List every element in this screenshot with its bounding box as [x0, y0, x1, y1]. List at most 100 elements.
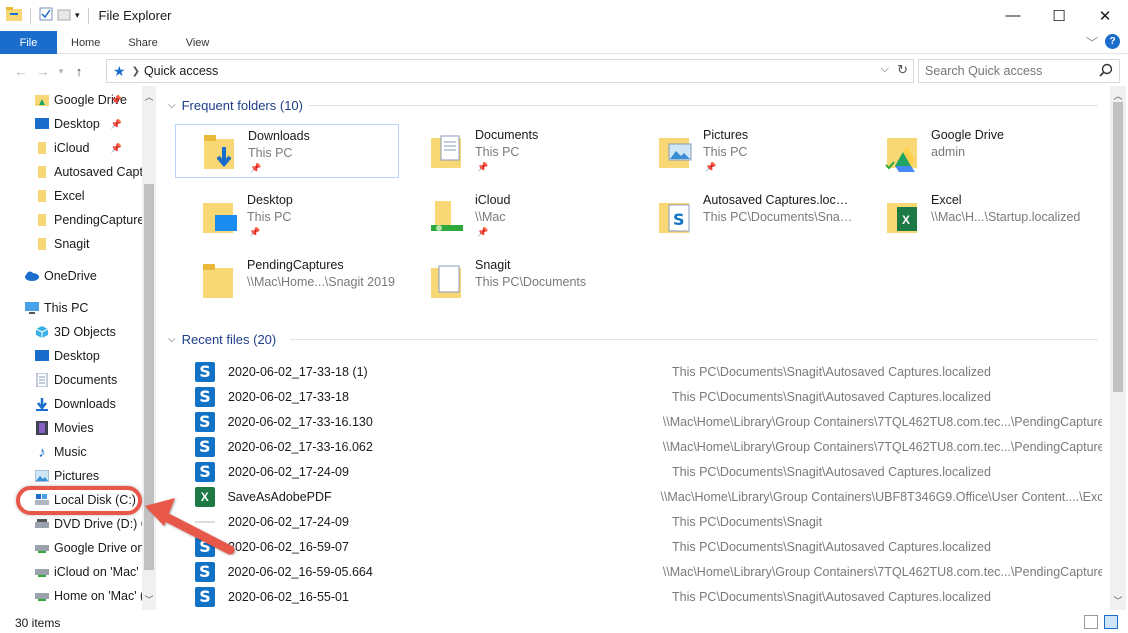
scroll-down-arrow-icon[interactable]: ﹀ — [1110, 594, 1126, 607]
recent-file-row[interactable]: S 2020-06-02_16-59-05.664 \\Mac\Home\Lib… — [194, 559, 1102, 584]
nav-item-autosaved-captures[interactable]: Autosaved Captu — [34, 160, 150, 184]
nav-item-dvd-drive-d[interactable]: DVD Drive (D:) C — [34, 512, 150, 536]
folder-tile-pendingcaptures[interactable]: PendingCaptures \\Mac\Home...\Snagit 201… — [175, 254, 399, 308]
folder-tile-desktop[interactable]: Desktop This PC 📌 — [175, 189, 399, 243]
help-icon[interactable]: ? — [1105, 34, 1120, 49]
frequent-folders-header[interactable]: ⌵ Frequent folders (10) — [168, 95, 1098, 115]
network-folder-icon — [431, 201, 463, 231]
recent-locations-chevron-icon[interactable]: ▾ — [54, 66, 68, 77]
customize-qat-chevron-icon[interactable]: ▾ — [75, 10, 80, 21]
snagit-file-icon: S — [195, 536, 215, 557]
nav-item-this-pc[interactable]: This PC — [24, 296, 88, 320]
maximize-button[interactable]: ☐ — [1036, 0, 1082, 31]
nav-item-label: Movies — [54, 421, 94, 435]
desktop-folder-icon — [34, 348, 50, 364]
nav-item-excel[interactable]: Excel — [34, 184, 85, 208]
nav-item-google-drive-network[interactable]: Google Drive on — [34, 536, 144, 560]
recent-file-row[interactable]: S 2020-06-02_17-33-16.062 \\Mac\Home\Lib… — [194, 434, 1102, 459]
recent-file-row[interactable]: S 2020-06-02_16-55-01 This PC\Documents\… — [194, 584, 1102, 609]
blank-file-icon — [195, 520, 215, 523]
nav-item-onedrive[interactable]: OneDrive — [24, 264, 97, 288]
folder-tile-documents[interactable]: Documents This PC 📌 — [403, 124, 627, 178]
nav-item-google-drive[interactable]: Google Drive 📌 — [34, 88, 142, 112]
nav-item-label: Home on 'Mac' ( — [54, 589, 145, 603]
file-name: SaveAsAdobePDF — [227, 489, 332, 504]
nav-item-home-on-mac[interactable]: Home on 'Mac' ( — [34, 584, 144, 608]
minimize-button[interactable]: — — [990, 0, 1036, 31]
nav-item-music[interactable]: ♪ Music — [34, 440, 86, 464]
tab-share[interactable]: Share — [114, 31, 171, 54]
close-button[interactable]: ✕ — [1082, 0, 1128, 31]
new-folder-icon[interactable] — [57, 7, 71, 24]
nav-item-pictures[interactable]: Pictures — [34, 464, 99, 488]
recent-file-row[interactable]: S 2020-06-02_17-33-18 This PC\Documents\… — [194, 384, 1102, 409]
recent-files-header[interactable]: ⌵ Recent files (20) — [168, 329, 1098, 349]
pin-icon: 📌 — [250, 163, 262, 173]
address-dropdown-chevron-icon[interactable]: ⌵ — [881, 63, 889, 76]
forward-arrow-icon[interactable]: → — [32, 64, 54, 79]
recent-file-row[interactable]: X SaveAsAdobePDF \\Mac\Home\Library\Grou… — [194, 484, 1102, 509]
nav-item-snagit[interactable]: Snagit — [34, 232, 89, 256]
recent-file-row[interactable]: S 2020-06-02_17-33-16.130 \\Mac\Home\Lib… — [194, 409, 1102, 434]
tab-view[interactable]: View — [172, 31, 224, 54]
folder-icon — [34, 164, 50, 180]
snagit-folder-icon: S — [659, 203, 690, 233]
collapse-chevron-icon[interactable]: ⌵ — [168, 334, 176, 345]
recent-file-row[interactable]: S 2020-06-02_16-59-07 This PC\Documents\… — [194, 534, 1102, 559]
folder-tile-icloud[interactable]: iCloud \\Mac 📌 — [403, 189, 627, 243]
nav-item-desktop[interactable]: Desktop — [34, 344, 100, 368]
folder-tile-autosaved-captures[interactable]: S Autosaved Captures.locali... This PC\D… — [631, 189, 855, 243]
nav-item-icloud-on-mac[interactable]: iCloud on 'Mac' — [34, 560, 139, 584]
breadcrumb-quick-access[interactable]: Quick access — [144, 64, 218, 78]
navigation-row: ← → ▾ ↑ ★ ❯ Quick access ⌵ ↻ Search Quic… — [0, 58, 1128, 84]
scroll-down-arrow-icon[interactable]: ﹀ — [142, 593, 156, 606]
address-bar[interactable]: ★ ❯ Quick access ⌵ ↻ — [106, 59, 914, 83]
nav-item-icloud[interactable]: iCloud 📌 — [34, 136, 142, 160]
network-drive-icon — [34, 588, 50, 604]
folder-icon — [34, 188, 50, 204]
excel-file-icon: X — [194, 486, 215, 507]
scrollbar-thumb[interactable] — [144, 184, 154, 570]
tab-file[interactable]: File — [0, 31, 57, 54]
folder-tile-excel[interactable]: X Excel \\Mac\H...\Startup.localized — [859, 189, 1083, 243]
file-path: This PC\Documents\Snagit\Autosaved Captu… — [672, 464, 991, 479]
nav-item-3d-objects[interactable]: 3D Objects — [34, 320, 116, 344]
folder-icon — [203, 264, 233, 298]
nav-item-movies[interactable]: Movies — [34, 416, 94, 440]
folder-tile-snagit[interactable]: Snagit This PC\Documents — [403, 254, 627, 308]
nav-item-label: Autosaved Captu — [54, 165, 150, 179]
tile-location: This PC — [247, 210, 292, 224]
search-input[interactable]: Search Quick access — [918, 59, 1120, 83]
folder-tile-pictures[interactable]: Pictures This PC 📌 — [631, 124, 855, 178]
recent-file-row[interactable]: 2020-06-02_17-24-09 This PC\Documents\Sn… — [194, 509, 1102, 534]
large-icons-view-icon[interactable] — [1104, 615, 1118, 629]
recent-file-row[interactable]: S 2020-06-02_17-24-09 This PC\Documents\… — [194, 459, 1102, 484]
details-view-icon[interactable] — [1084, 615, 1098, 629]
nav-item-downloads[interactable]: Downloads — [34, 392, 116, 416]
nav-item-pendingcaptures[interactable]: PendingCaptures — [34, 208, 151, 232]
onedrive-icon — [24, 268, 40, 284]
nav-item-label: DVD Drive (D:) C — [54, 517, 150, 531]
scroll-up-arrow-icon[interactable]: ︿ — [142, 90, 156, 103]
tab-home[interactable]: Home — [57, 31, 114, 54]
breadcrumb-separator-icon[interactable]: ❯ — [132, 66, 140, 77]
scrollbar-thumb[interactable] — [1113, 102, 1123, 392]
pin-icon: 📌 — [249, 227, 261, 237]
properties-icon[interactable] — [39, 7, 53, 24]
scroll-up-arrow-icon[interactable]: ︿ — [1110, 89, 1126, 102]
folder-tile-downloads[interactable]: Downloads This PC 📌 — [175, 124, 399, 178]
pin-icon: 📌 — [477, 227, 489, 237]
folder-tile-google-drive[interactable]: Google Drive admin — [859, 124, 1083, 178]
content-scrollbar[interactable]: ︿ ﹀ — [1110, 86, 1126, 610]
nav-item-desktop-pinned[interactable]: Desktop 📌 — [34, 112, 142, 136]
nav-item-documents[interactable]: Documents — [34, 368, 117, 392]
collapse-chevron-icon[interactable]: ⌵ — [168, 100, 176, 111]
back-arrow-icon[interactable]: ← — [10, 64, 32, 79]
file-path: \\Mac\Home\Library\Group Containers\7TQL… — [662, 439, 1102, 454]
recent-file-row[interactable]: S 2020-06-02_17-33-18 (1) This PC\Docume… — [194, 359, 1102, 384]
nav-item-label: Excel — [54, 189, 85, 203]
up-arrow-icon[interactable]: ↑ — [68, 64, 90, 79]
refresh-icon[interactable]: ↻ — [897, 62, 908, 78]
nav-pane-scrollbar[interactable]: ︿ ﹀ — [142, 86, 156, 610]
expand-ribbon-chevron-icon[interactable]: ﹀ — [1086, 34, 1098, 51]
